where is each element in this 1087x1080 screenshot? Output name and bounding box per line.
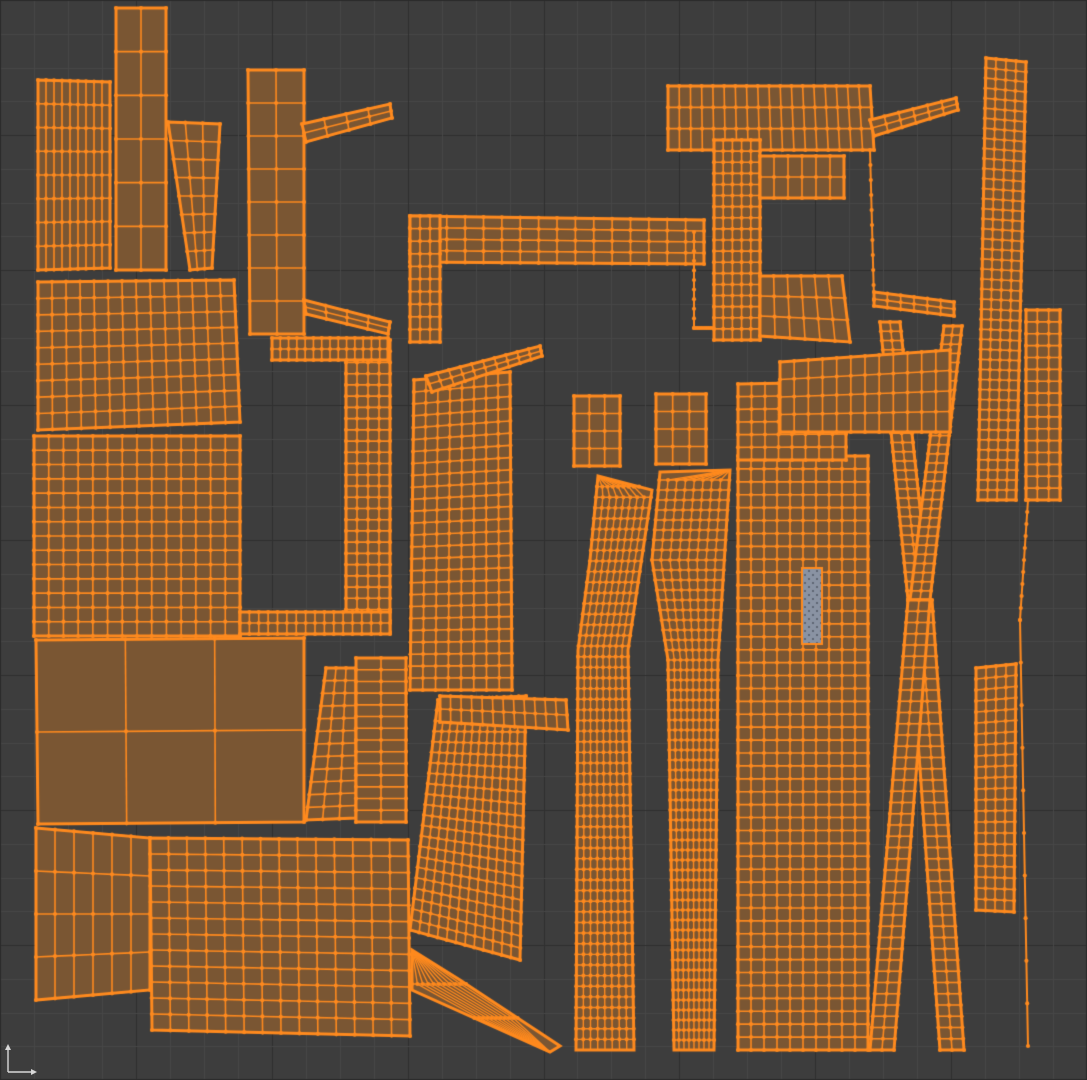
axis-gizmo-icon xyxy=(5,1044,37,1075)
uv-map-canvas[interactable] xyxy=(0,0,1087,1080)
uv-editor-viewport[interactable] xyxy=(0,0,1087,1080)
